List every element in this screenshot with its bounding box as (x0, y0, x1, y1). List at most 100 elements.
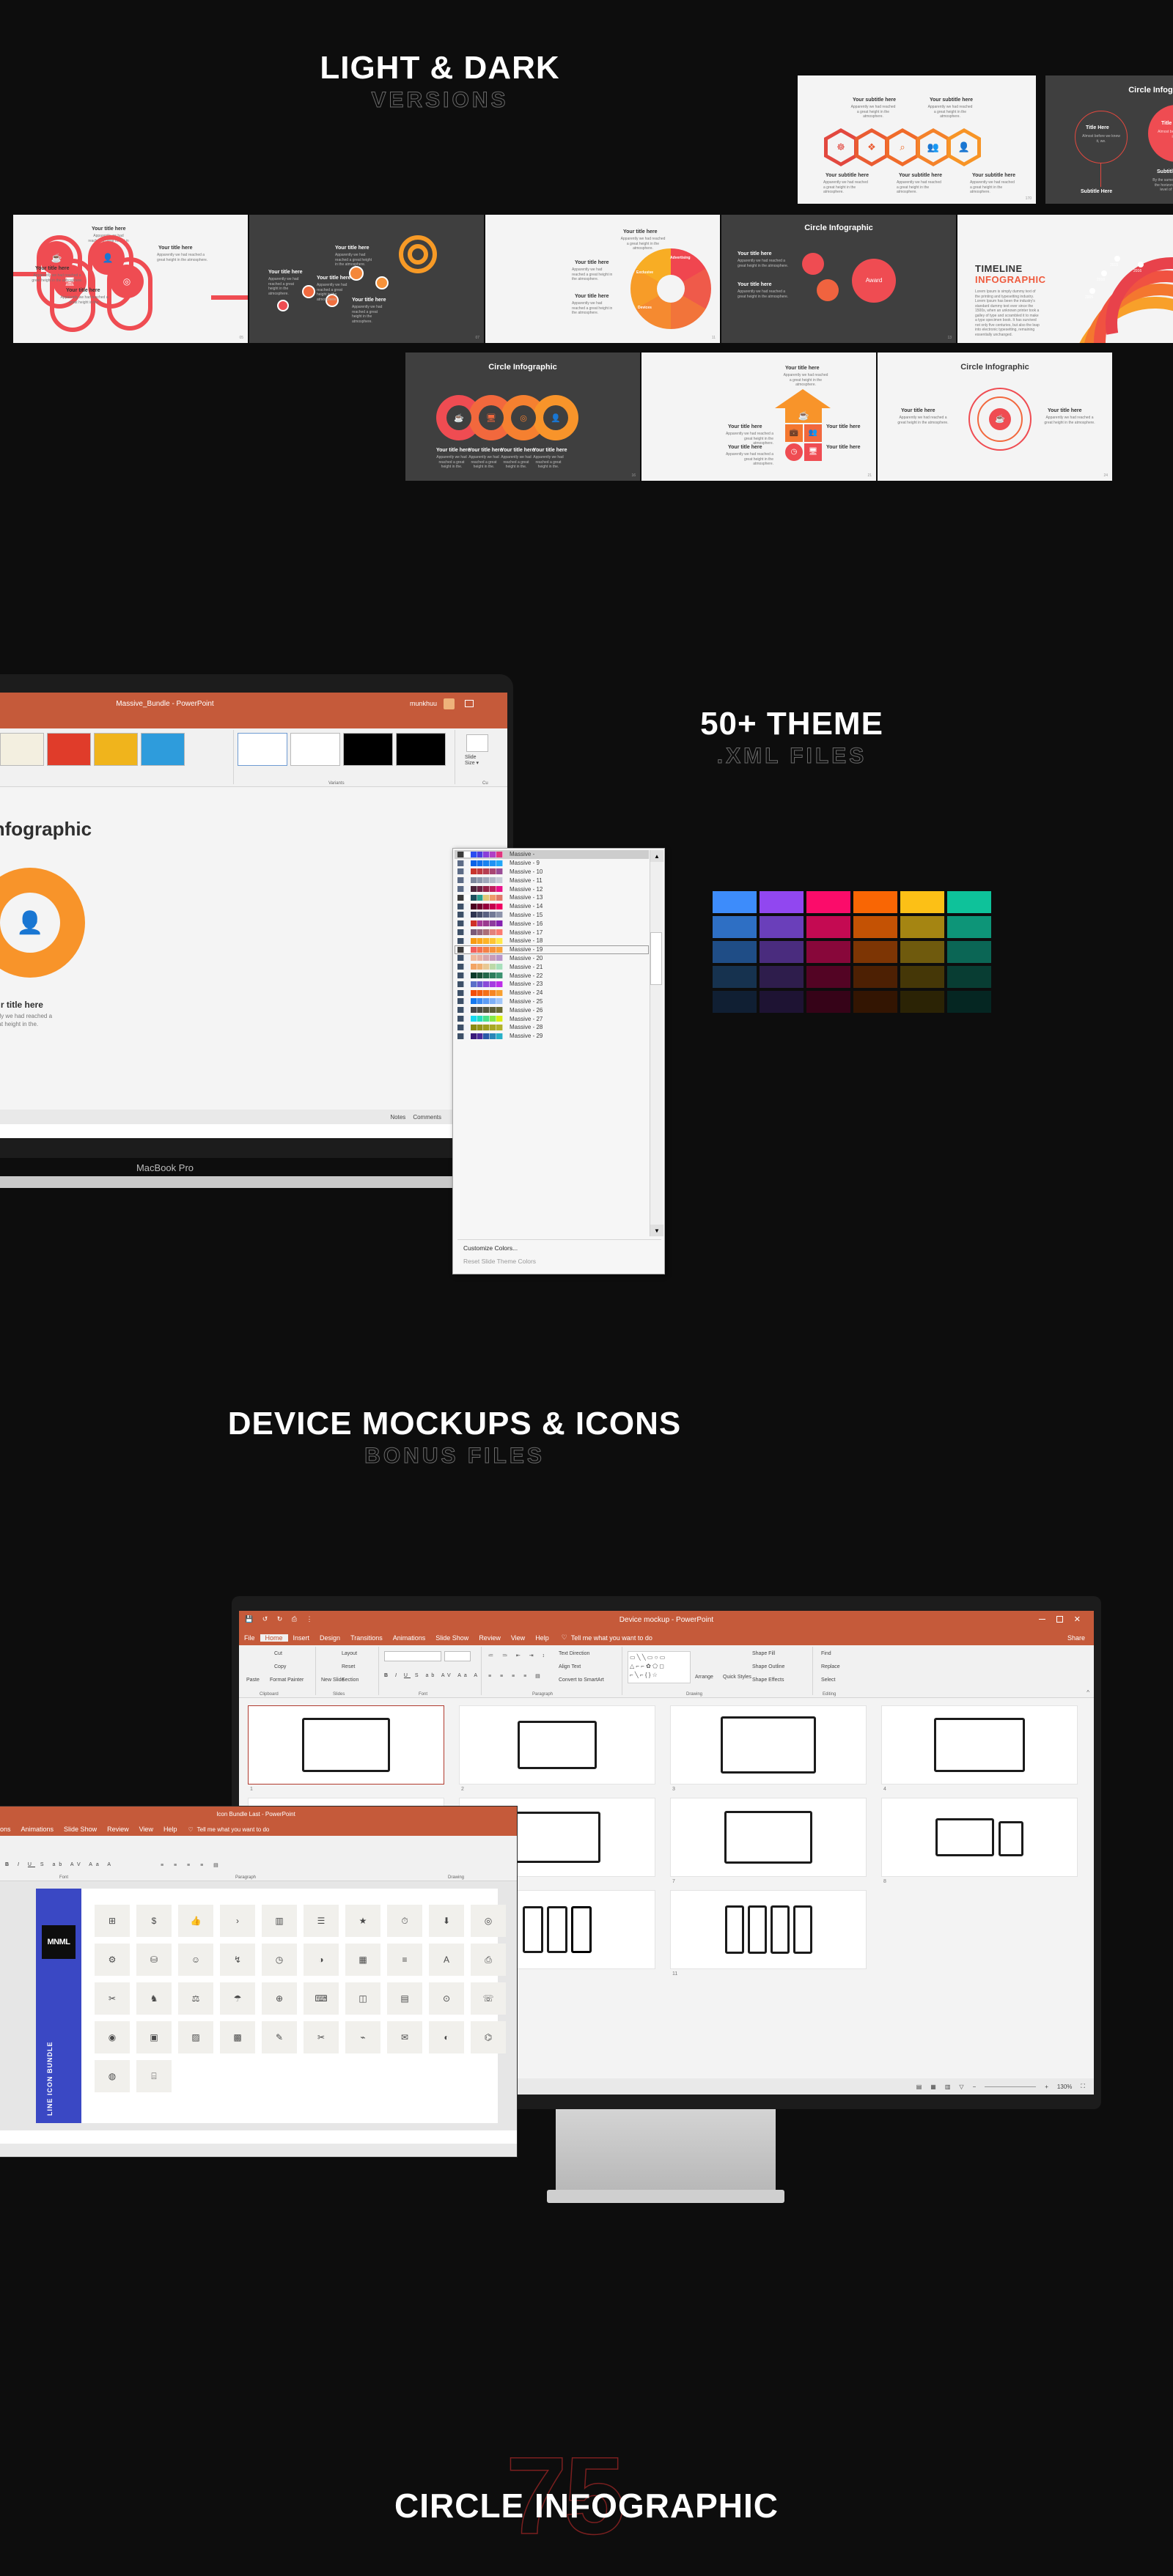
scroll-thumb[interactable] (650, 932, 662, 985)
theme-color-cell[interactable] (806, 916, 850, 938)
theme-row[interactable]: Massive - 14 (455, 902, 649, 911)
paste-button[interactable]: Paste (246, 1678, 260, 1683)
line-icon[interactable]: ◉ (95, 2021, 130, 2053)
line-icon[interactable]: ⌸ (136, 2060, 172, 2092)
tab-slide-show[interactable]: Slide Show (430, 1634, 474, 1642)
view-slideshow-icon[interactable]: ▽ (959, 2084, 963, 2090)
shape-outline-button[interactable]: Shape Outline (752, 1664, 784, 1669)
tab-review[interactable]: Review (474, 1634, 506, 1642)
theme-color-cell[interactable] (947, 916, 991, 938)
theme-color-cell[interactable] (760, 891, 804, 913)
tab-review[interactable]: Review (102, 1826, 134, 1833)
zoom-slider[interactable] (985, 2086, 1037, 2087)
tab-view[interactable]: View (134, 1826, 158, 1833)
tab-insert[interactable]: Insert (288, 1634, 315, 1642)
tab-view[interactable]: View (506, 1634, 530, 1642)
theme-color-cell[interactable] (853, 991, 897, 1013)
theme-color-cell[interactable] (713, 941, 757, 963)
line-icon[interactable]: ⌨ (304, 1982, 339, 2015)
themes-gallery[interactable] (0, 733, 185, 766)
line-icon[interactable]: ⚙ (95, 1944, 130, 1976)
slide-thumbnail-zigzag-target[interactable]: Your title here Apparently we had reache… (249, 215, 484, 343)
theme-row[interactable]: Massive - 26 (455, 1005, 649, 1014)
line-icon[interactable]: ✂ (304, 2021, 339, 2053)
convert-smartart-button[interactable]: Convert to SmartArt (559, 1678, 604, 1683)
replace-button[interactable]: Replace (821, 1664, 840, 1669)
line-icon[interactable]: A (429, 1944, 464, 1976)
theme-row[interactable]: Massive - 13 (455, 893, 649, 902)
device-slide-card[interactable]: 11 (670, 1890, 867, 1977)
theme-color-cell[interactable] (947, 941, 991, 963)
theme-color-swatch-grid[interactable] (713, 891, 991, 1013)
slide-thumbnail-orbit-rings[interactable]: Circle Infographic ☕ Your title here App… (878, 353, 1112, 481)
device-slide-card[interactable]: 4 (881, 1705, 1078, 1792)
theme-row[interactable]: Massive - 28 (455, 1023, 649, 1032)
theme-row[interactable]: Massive - 11 (455, 876, 649, 885)
line-icon[interactable]: ★ (345, 1905, 380, 1937)
theme-row[interactable]: Massive - 29 (455, 1032, 649, 1041)
icon-grid[interactable]: ⊞ $ 👍 › ▥ ☰ ★ ⏱ ⬇ ◎ ⚙ ⛁ ☺ ↯ ◷ ◑ ▦ ≡ A ⎙ ✂ ♞ ⚖ ☂ ⊕ ⌨ ◫ ▤ ⊙ ☏ ◉ ▣ ▨ ▩ ✎ ✂ ⌁ ✉ ◐ ⌬… (95, 1905, 506, 2092)
shape-fill-button[interactable]: Shape Fill (752, 1651, 775, 1656)
line-icon[interactable]: ⊕ (262, 1982, 297, 2015)
paragraph-align-buttons[interactable]: ≡ ≡ ≡ ≡ ▤ (488, 1673, 544, 1679)
theme-row[interactable]: Massive - 23 (455, 980, 649, 989)
line-icon[interactable]: ▤ (387, 1982, 422, 2015)
zoom-in-icon[interactable]: + (1045, 2084, 1048, 2090)
font-format-buttons[interactable]: B I U S ab AV Aa A (384, 1673, 480, 1678)
device-slide-card[interactable]: 7 (670, 1798, 867, 1884)
slide-thumbnail-two-bubble[interactable]: Circle Infographic Your title here Appar… (721, 215, 956, 343)
device-slide-card[interactable]: 2 (459, 1705, 655, 1792)
device-slide-card[interactable]: 3 (670, 1705, 867, 1792)
find-button[interactable]: Find (821, 1651, 831, 1656)
line-icon[interactable]: ☂ (220, 1982, 255, 2015)
view-reading-icon[interactable]: ▥ (945, 2084, 951, 2090)
line-icon[interactable]: ◎ (471, 1905, 506, 1937)
tab-help[interactable]: Help (530, 1634, 554, 1642)
font-size-box[interactable] (444, 1651, 471, 1661)
line-icon[interactable]: ▩ (220, 2021, 255, 2053)
theme-row[interactable]: Massive - 19 (455, 945, 649, 954)
ppt-tellme-bar[interactable]: ♡ Tell me what you want to do (0, 715, 507, 728)
line-icon[interactable]: ⌁ (345, 2021, 380, 2053)
theme-row[interactable]: Massive - 17 (455, 928, 649, 937)
line-icon[interactable]: › (220, 1905, 255, 1937)
slide-thumbnail-house-grid[interactable]: Your title here Apparently we had reache… (641, 353, 876, 481)
theme-row[interactable]: Massive - (455, 850, 649, 859)
theme-colors-dropdown[interactable]: Massive - Massive - 9 Massive - 10 Massive … (452, 848, 665, 1274)
line-icon[interactable]: ☰ (304, 1905, 339, 1937)
theme-color-cell[interactable] (760, 916, 804, 938)
close-icon[interactable]: ✕ (1074, 1614, 1081, 1624)
line-icon[interactable]: ✂ (95, 1982, 130, 2015)
arrange-button[interactable]: Arrange (695, 1675, 713, 1680)
line-icon[interactable]: ≡ (387, 1944, 422, 1976)
line-icon[interactable]: ▣ (136, 2021, 172, 2053)
theme-color-cell[interactable] (853, 966, 897, 988)
theme-row[interactable]: Massive - 10 (455, 868, 649, 876)
theme-row[interactable]: Massive - 25 (455, 997, 649, 1006)
fit-slide-icon[interactable]: ⛶ (1081, 2083, 1085, 2090)
line-icon[interactable]: $ (136, 1905, 172, 1937)
line-icon[interactable]: ◍ (95, 2060, 130, 2092)
theme-row[interactable]: Massive - 9 (455, 859, 649, 868)
theme-row[interactable]: Massive - 21 (455, 962, 649, 971)
theme-row[interactable]: Massive - 16 (455, 919, 649, 928)
layout-button[interactable]: Layout (342, 1651, 357, 1656)
icon-tellme-label[interactable]: Tell me what you want to do (197, 1826, 270, 1833)
slide-thumbnail-timeline-arcs[interactable]: TIMELINE INFOGRAPHIC Lorem Ipsum is simp… (957, 215, 1173, 343)
minimize-icon[interactable] (1039, 1619, 1045, 1620)
theme-color-cell[interactable] (853, 941, 897, 963)
line-icon[interactable]: ⬇ (429, 1905, 464, 1937)
theme-color-cell[interactable] (760, 966, 804, 988)
theme-color-cell[interactable] (853, 891, 897, 913)
variants-gallery[interactable] (238, 733, 446, 766)
customize-colors-item[interactable]: Customize Colors... (453, 1242, 518, 1254)
line-icon[interactable]: ☺ (178, 1944, 213, 1976)
theme-row[interactable]: Massive - 22 (455, 971, 649, 980)
device-slide-card[interactable]: 1 (248, 1705, 444, 1792)
theme-row[interactable]: Massive - 18 (455, 937, 649, 945)
view-normal-icon[interactable]: ▤ (916, 2084, 922, 2090)
theme-row[interactable]: Massive - 20 (455, 954, 649, 963)
line-icon[interactable]: ▦ (345, 1944, 380, 1976)
slide-size-button[interactable] (466, 734, 488, 752)
theme-row[interactable]: Massive - 24 (455, 989, 649, 997)
